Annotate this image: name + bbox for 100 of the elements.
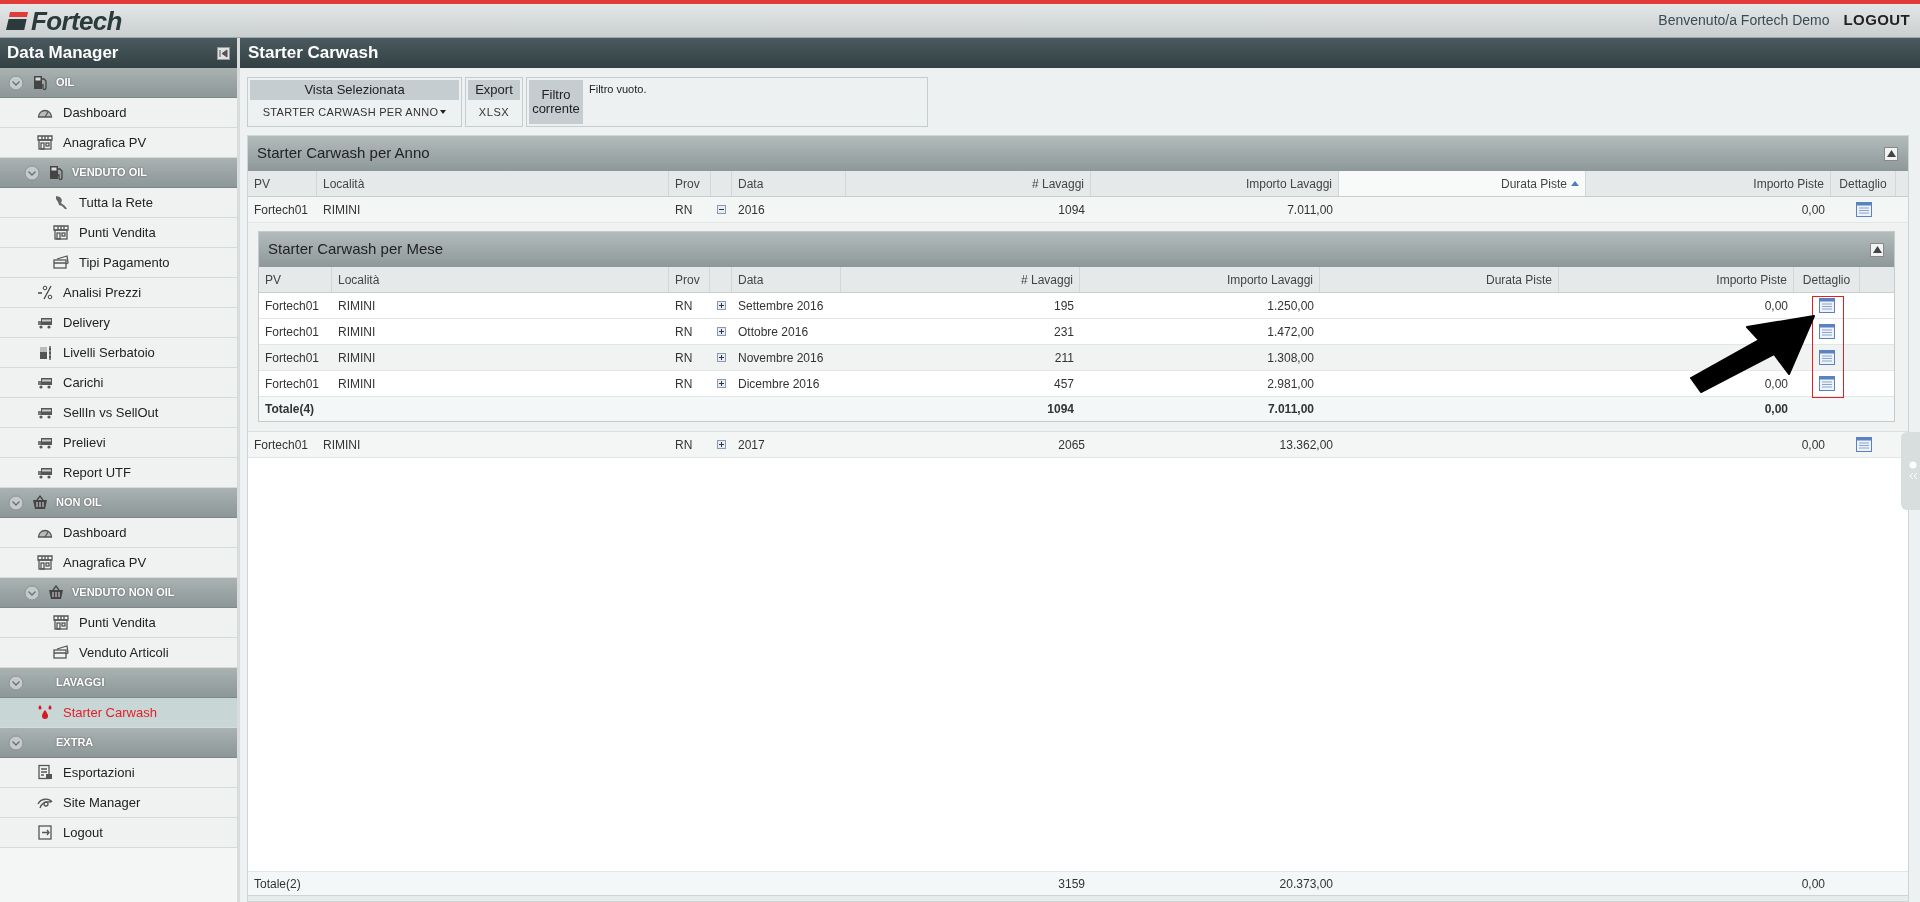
- total-label: Totale(2): [253, 875, 302, 893]
- menu-item[interactable]: Dashboard: [0, 518, 237, 548]
- column-header[interactable]: Dettaglio: [1831, 171, 1896, 196]
- expand-row-icon[interactable]: [717, 440, 726, 449]
- details-list-icon[interactable]: [1819, 324, 1835, 339]
- menu-item[interactable]: Anagrafica PV: [0, 128, 237, 158]
- table-cell-text: 1094: [1057, 201, 1086, 219]
- table-cell-text: 7.011,00: [1266, 401, 1315, 418]
- table-cell-text: Fortech01: [253, 201, 310, 219]
- logout-link[interactable]: LOGOUT: [1843, 9, 1910, 32]
- table-cell-text: 231: [1052, 323, 1075, 341]
- menu-item[interactable]: Prelievi: [0, 428, 237, 458]
- table-cell-text: 1.308,00: [1266, 349, 1315, 367]
- menu-item[interactable]: Site Manager: [0, 788, 237, 818]
- filter-label: Filtro corrente: [529, 80, 583, 124]
- expand-row-icon[interactable]: [716, 327, 726, 336]
- menu-item[interactable]: Tipi Pagamento: [0, 248, 237, 278]
- expand-row-icon[interactable]: [716, 353, 726, 362]
- filter-text: Filtro vuoto.: [589, 82, 647, 97]
- view-selector[interactable]: Vista Selezionata STARTER CARWASH PER ANNO: [247, 77, 462, 127]
- table-cell-text: Fortech01: [264, 349, 321, 367]
- expand-row-icon[interactable]: [716, 301, 726, 310]
- column-header[interactable]: Data: [732, 267, 841, 292]
- column-header[interactable]: Importo Piste: [1586, 171, 1831, 196]
- sidebar-title: Data Manager: [7, 42, 119, 65]
- store-icon: [37, 134, 53, 151]
- menu-item[interactable]: Delivery: [0, 308, 237, 338]
- table-cell-text: RN: [674, 297, 694, 315]
- table-cell-text: 7.011,00: [1286, 201, 1334, 219]
- menu-item[interactable]: SellIn vs SellOut: [0, 398, 237, 428]
- drops-icon: [37, 704, 53, 721]
- table-cell-text: RN: [674, 323, 694, 341]
- table-cell-text: 2017: [737, 436, 766, 454]
- sort-ascending-icon: [1571, 181, 1579, 186]
- table-cell-text: Fortech01: [264, 375, 321, 393]
- menu-item[interactable]: Livelli Serbatoio: [0, 338, 237, 368]
- basket-icon: [48, 584, 64, 601]
- table-cell-text: 13.362,00: [1278, 436, 1334, 454]
- menu-item[interactable]: Esportazioni: [0, 758, 237, 788]
- table-cell-text: 20.373,00: [1278, 875, 1334, 893]
- menu-item[interactable]: Tutta la Rete: [0, 188, 237, 218]
- menu-item[interactable]: Carichi: [0, 368, 237, 398]
- basket-icon: [32, 494, 48, 511]
- column-header[interactable]: Data: [732, 171, 846, 196]
- tank-level-icon: [37, 344, 53, 361]
- total-label: Totale(4): [264, 401, 316, 418]
- table-cell-text: 0,00: [1800, 436, 1826, 454]
- table-cell-text: RIMINI: [337, 323, 377, 341]
- table-cell-text: Dicembre 2016: [737, 375, 821, 393]
- column-header[interactable]: PV: [248, 171, 317, 196]
- collapse-row-icon[interactable]: [717, 205, 726, 214]
- column-header[interactable]: Prov: [669, 267, 710, 292]
- collapse-button[interactable]: [1884, 146, 1898, 161]
- column-header[interactable]: Importo Lavaggi: [1080, 267, 1320, 292]
- table-cell-text: 2065: [1057, 436, 1086, 454]
- menu-item[interactable]: Venduto Articoli: [0, 638, 237, 668]
- card-icon: [53, 644, 69, 661]
- table-cell-text: RIMINI: [337, 375, 377, 393]
- expand-row-icon[interactable]: [716, 379, 726, 388]
- column-header[interactable]: # Lavaggi: [841, 267, 1080, 292]
- column-header[interactable]: Durata Piste: [1320, 267, 1559, 292]
- details-list-icon[interactable]: [1855, 202, 1872, 217]
- details-list-icon[interactable]: [1855, 437, 1872, 452]
- side-panel-handle[interactable]: [1901, 432, 1920, 510]
- column-header[interactable]: Località: [332, 267, 669, 292]
- table-cell-text: 211: [1053, 349, 1075, 367]
- menu-item[interactable]: Dashboard: [0, 98, 237, 128]
- details-list-icon[interactable]: [1819, 350, 1835, 365]
- collapse-sidebar-button[interactable]: [217, 46, 230, 60]
- menu-item[interactable]: Report UTF: [0, 458, 237, 488]
- table-cell-text: Ottobre 2016: [737, 323, 810, 341]
- column-header[interactable]: Prov: [669, 171, 711, 196]
- xlsx-export-button[interactable]: XLSX: [468, 100, 520, 124]
- table-cell-text: 0,00: [1800, 875, 1826, 893]
- column-header[interactable]: # Lavaggi: [846, 171, 1091, 196]
- table-cell-text: 457: [1052, 375, 1075, 393]
- table-cell-text: 0,00: [1800, 201, 1826, 219]
- column-header[interactable]: Dettaglio: [1794, 267, 1860, 292]
- column-header[interactable]: Importo Piste: [1559, 267, 1794, 292]
- column-header[interactable]: Località: [317, 171, 669, 196]
- menu-item[interactable]: Punti Vendita: [0, 608, 237, 638]
- table-cell-text: Settembre 2016: [737, 297, 825, 315]
- column-header[interactable]: PV: [259, 267, 332, 292]
- page-title: Starter Carwash: [248, 42, 379, 65]
- view-value: STARTER CARWASH PER ANNO: [262, 104, 439, 120]
- table-cell-text: RN: [674, 349, 694, 367]
- view-label: Vista Selezionata: [250, 80, 459, 100]
- collapse-button[interactable]: [1870, 242, 1884, 257]
- details-list-icon[interactable]: [1819, 298, 1835, 313]
- details-list-icon[interactable]: [1819, 376, 1835, 391]
- menu-item[interactable]: Punti Vendita: [0, 218, 237, 248]
- table-cell-text: 2016: [737, 201, 766, 219]
- store-icon: [37, 554, 53, 571]
- grid-title: Starter Carwash per Mese: [268, 239, 444, 260]
- column-header[interactable]: Durata Piste: [1339, 171, 1586, 196]
- store-icon: [53, 224, 69, 241]
- table-cell-text: 0,00: [1763, 375, 1789, 393]
- menu-item[interactable]: Logout: [0, 818, 237, 848]
- menu-item[interactable]: Analisi Prezzi: [0, 278, 237, 308]
- menu-item[interactable]: Anagrafica PV: [0, 548, 237, 578]
